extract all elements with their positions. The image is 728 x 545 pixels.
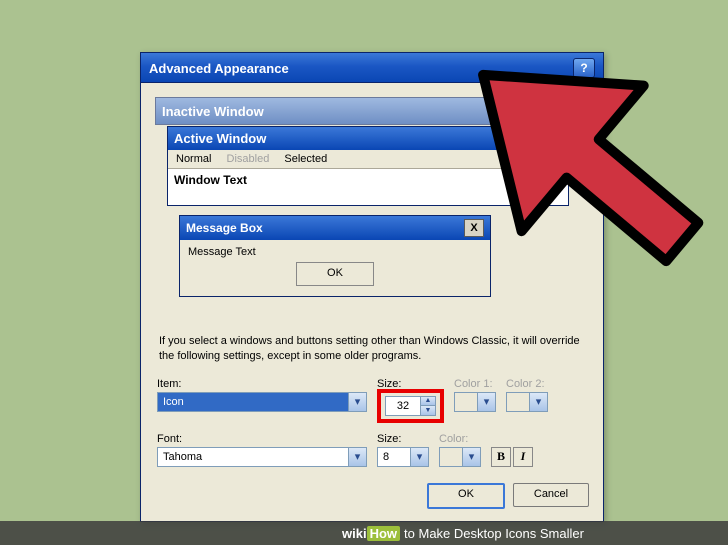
font-size-dropdown[interactable]: 8 ▾: [377, 447, 429, 467]
msgbox-text: Message Text: [188, 246, 256, 258]
cancel-button[interactable]: Cancel: [513, 483, 589, 507]
description-text: If you select a windows and buttons sett…: [159, 334, 585, 364]
chevron-down-icon: ▾: [529, 393, 547, 411]
active-window-title: Active Window: [174, 131, 266, 146]
msgbox-ok-button[interactable]: OK: [296, 262, 374, 286]
preview-inactive-window: Inactive Window X: [155, 97, 547, 125]
close-icon[interactable]: X: [464, 219, 484, 237]
menu-selected: Selected: [284, 153, 327, 165]
chevron-down-icon: ▾: [477, 393, 495, 411]
chevron-down-icon: ▾: [348, 393, 366, 411]
caption-text: to Make Desktop Icons Smaller: [404, 526, 584, 541]
menu-disabled: Disabled: [227, 153, 270, 165]
italic-button[interactable]: I: [513, 447, 533, 467]
item-value: Icon: [158, 396, 348, 408]
preview-window-text: Window Text: [168, 168, 568, 205]
font-value: Tahoma: [158, 451, 348, 463]
inactive-window-title: Inactive Window: [162, 104, 264, 119]
size-highlight: 32 ▲ ▼: [377, 389, 444, 423]
spin-up-icon[interactable]: ▲: [421, 397, 435, 407]
dialog-title: Advanced Appearance: [149, 61, 289, 76]
item-label: Item:: [157, 378, 367, 390]
color1-dropdown[interactable]: ▾: [454, 392, 496, 412]
dialog-titlebar[interactable]: Advanced Appearance ?: [141, 53, 603, 83]
ok-button[interactable]: OK: [427, 483, 505, 509]
font-size-value: 8: [378, 451, 410, 463]
font-dropdown[interactable]: Tahoma ▾: [157, 447, 367, 467]
advanced-appearance-dialog: Advanced Appearance ? Inactive Window X …: [140, 52, 604, 522]
font-size-label: Size:: [377, 433, 429, 445]
preview-menu: Normal Disabled Selected: [168, 150, 568, 168]
close-icon[interactable]: X: [520, 102, 540, 120]
caption-wiki: wiki: [342, 526, 367, 541]
caption-how: How: [367, 526, 400, 541]
wikihow-caption: wikiHow to Make Desktop Icons Smaller: [0, 521, 728, 545]
preview-message-box: Message Box X Message Text OK: [179, 215, 491, 297]
msgbox-title: Message Box: [186, 221, 263, 235]
color2-dropdown[interactable]: ▾: [506, 392, 548, 412]
item-size-value: 32: [386, 397, 420, 415]
font-color-label: Color:: [439, 433, 481, 445]
appearance-preview: Inactive Window X Active Window Normal D…: [155, 97, 589, 322]
font-label: Font:: [157, 433, 367, 445]
menu-normal: Normal: [176, 153, 211, 165]
help-button[interactable]: ?: [573, 58, 595, 78]
item-size-spinner[interactable]: 32 ▲ ▼: [385, 396, 436, 416]
preview-active-window: Active Window Normal Disabled Selected W…: [167, 126, 569, 206]
color1-label: Color 1:: [454, 378, 496, 390]
chevron-down-icon: ▾: [348, 448, 366, 466]
bold-button[interactable]: B: [491, 447, 511, 467]
item-dropdown[interactable]: Icon ▾: [157, 392, 367, 412]
color2-label: Color 2:: [506, 378, 548, 390]
chevron-down-icon: ▾: [462, 448, 480, 466]
font-color-dropdown[interactable]: ▾: [439, 447, 481, 467]
spin-down-icon[interactable]: ▼: [421, 406, 435, 415]
chevron-down-icon: ▾: [410, 448, 428, 466]
